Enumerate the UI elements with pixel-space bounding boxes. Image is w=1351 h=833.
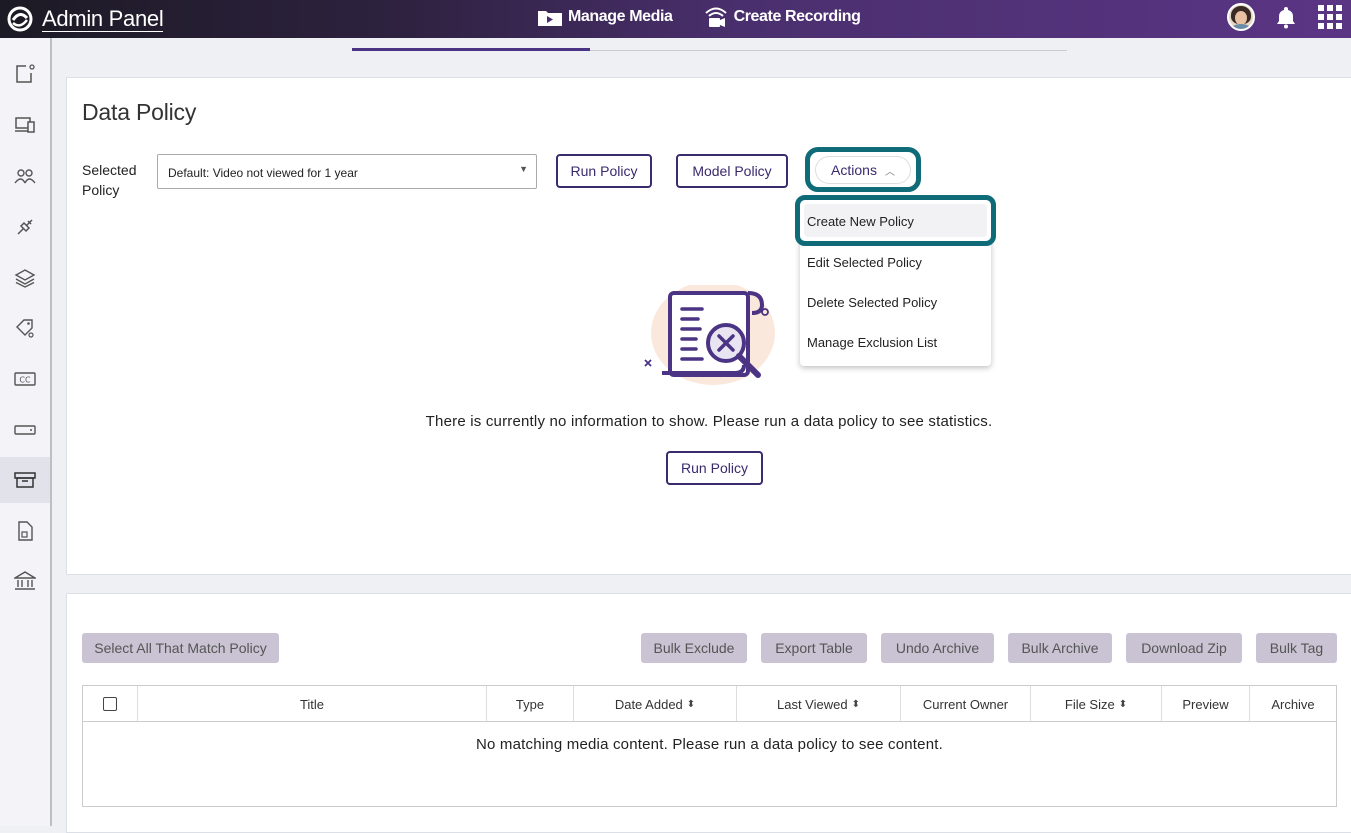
model-policy-button[interactable]: Model Policy	[676, 154, 788, 188]
column-last-viewed-label: Last Viewed	[777, 696, 848, 712]
sidebar-item-documents[interactable]	[0, 508, 50, 554]
empty-document-search-icon	[644, 285, 775, 385]
actions-highlight: Actions ︿	[805, 147, 921, 192]
menu-item-create-policy[interactable]: Create New Policy	[807, 214, 914, 229]
sort-icon: ⬍	[851, 698, 860, 710]
column-current-owner-label: Current Owner	[922, 696, 1009, 712]
chevron-up-icon: ︿	[884, 166, 895, 178]
sidebar-item-users[interactable]	[0, 153, 50, 199]
menu-item-edit-policy[interactable]: Edit Selected Policy	[807, 255, 922, 270]
column-header-current-owner[interactable]: Current Owner	[901, 686, 1031, 722]
sidebar-item-captions[interactable]: CC	[0, 356, 50, 402]
column-header-title[interactable]: Title	[138, 686, 487, 722]
column-title-label: Title	[299, 696, 325, 712]
undo-archive-button[interactable]: Undo Archive	[881, 633, 994, 663]
apps-grid-icon[interactable]	[1317, 4, 1343, 30]
policy-select-value: Default: Video not viewed for 1 year	[168, 166, 358, 180]
column-preview-label: Preview	[1182, 696, 1229, 712]
export-table-button[interactable]: Export Table	[761, 633, 867, 663]
column-header-preview[interactable]: Preview	[1162, 686, 1250, 722]
avatar[interactable]	[1227, 3, 1255, 31]
menu-item-manage-exclusion[interactable]: Manage Exclusion List	[807, 335, 937, 350]
bulk-exclude-button[interactable]: Bulk Exclude	[641, 633, 747, 663]
column-type-label: Type	[515, 696, 545, 712]
column-date-added-label: Date Added	[614, 696, 683, 712]
run-policy-empty-button[interactable]: Run Policy	[666, 451, 763, 485]
devices-icon	[15, 117, 35, 133]
top-bar: Admin Panel Manage Media Create Recordin…	[0, 0, 1351, 38]
sidebar-item-new[interactable]	[0, 51, 50, 97]
nav-manage-media-label: Manage Media	[568, 8, 673, 25]
column-file-size-label: File Size	[1064, 696, 1115, 712]
left-sidebar: CC	[0, 38, 52, 826]
select-all-match-button[interactable]: Select All That Match Policy	[82, 633, 279, 663]
svg-text:CC: CC	[19, 376, 31, 385]
actions-button-label: Actions	[831, 162, 877, 178]
captions-cc-icon: CC	[14, 372, 36, 386]
sidebar-item-institution[interactable]	[0, 558, 50, 604]
column-header-type[interactable]: Type	[487, 686, 574, 722]
sort-icon: ⬍	[1118, 698, 1128, 710]
active-tab-indicator	[352, 48, 590, 51]
empty-state-message: There is currently no information to sho…	[425, 413, 993, 430]
select-all-checkbox-cell	[83, 686, 138, 722]
institution-icon	[14, 571, 36, 590]
nav-manage-media[interactable]: Manage Media	[537, 5, 673, 29]
brand[interactable]: Admin Panel	[6, 4, 164, 34]
brand-title: Admin Panel	[42, 5, 164, 32]
select-caret-icon: ▼	[519, 164, 528, 174]
create-policy-highlight: Create New Policy	[795, 195, 996, 246]
policy-select[interactable]: Default: Video not viewed for 1 year ▼	[157, 154, 537, 189]
top-nav: Manage Media Create Recording	[537, 5, 861, 29]
download-zip-button[interactable]: Download Zip	[1126, 633, 1242, 663]
top-right-tools	[1227, 3, 1343, 31]
column-header-file-size[interactable]: File Size ⬍	[1031, 686, 1162, 722]
sidebar-item-archive[interactable]	[0, 457, 50, 503]
column-archive-label: Archive	[1271, 696, 1315, 712]
new-item-icon	[16, 64, 35, 83]
table-empty-message: No matching media content. Please run a …	[475, 736, 943, 753]
sidebar-item-integrations[interactable]	[0, 204, 50, 250]
page-title: Data Policy	[82, 99, 197, 125]
column-header-last-viewed[interactable]: Last Viewed ⬍	[737, 686, 901, 722]
sidebar-item-devices[interactable]	[0, 102, 50, 148]
sidebar-item-tags[interactable]	[0, 305, 50, 351]
nav-create-recording[interactable]: Create Recording	[703, 5, 861, 29]
users-icon	[14, 169, 36, 184]
menu-item-delete-policy[interactable]: Delete Selected Policy	[807, 295, 937, 310]
nav-create-recording-label: Create Recording	[733, 8, 861, 25]
recording-icon	[704, 7, 727, 27]
bell-icon[interactable]	[1275, 5, 1297, 29]
bulk-tag-button[interactable]: Bulk Tag	[1256, 633, 1337, 663]
run-policy-button[interactable]: Run Policy	[556, 154, 652, 188]
actions-button[interactable]: Actions ︿	[816, 157, 910, 183]
layers-icon	[14, 269, 36, 288]
select-all-checkbox[interactable]	[103, 697, 117, 711]
integrations-plug-icon	[17, 219, 33, 235]
sidebar-item-layers[interactable]	[0, 255, 50, 301]
table-header-divider	[83, 721, 1336, 722]
column-header-date-added[interactable]: Date Added ⬍	[574, 686, 737, 722]
document-media-icon	[18, 521, 33, 541]
brand-logo-icon	[7, 6, 33, 32]
archive-box-icon	[14, 472, 36, 488]
column-header-archive[interactable]: Archive	[1250, 686, 1336, 722]
tags-icon	[16, 319, 34, 338]
media-table: Title Type Date Added ⬍ Last Viewed ⬍ Cu…	[82, 685, 1337, 807]
sort-icon: ⬍	[686, 698, 696, 710]
selected-policy-label: Selected Policy	[82, 162, 137, 198]
media-folder-icon	[538, 11, 562, 26]
bulk-archive-button[interactable]: Bulk Archive	[1008, 633, 1112, 663]
